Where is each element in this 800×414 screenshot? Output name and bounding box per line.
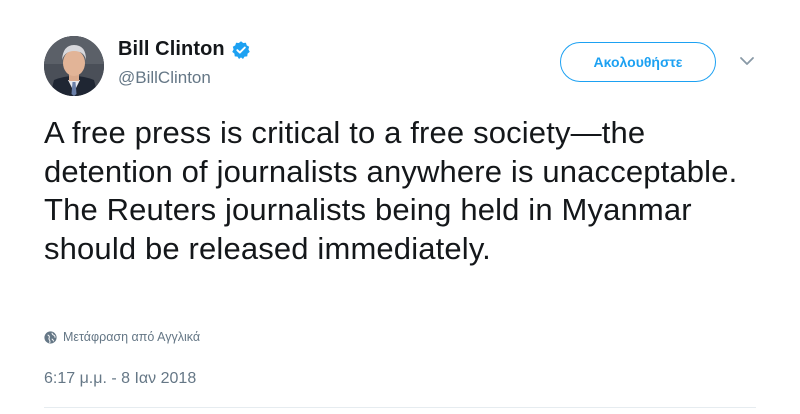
tweet-text: A free press is critical to a free socie… — [44, 115, 738, 266]
globe-icon — [44, 330, 57, 344]
chevron-down-icon[interactable] — [739, 54, 755, 66]
translate-label: Μετάφραση από Αγγλικά — [63, 330, 201, 344]
author-display-name[interactable]: Bill Clinton — [118, 38, 225, 61]
avatar[interactable] — [44, 36, 104, 96]
verified-badge-icon — [231, 40, 251, 60]
follow-button[interactable]: Ακολουθήστε — [560, 42, 716, 82]
tweet-timestamp[interactable]: 6:17 μ.μ. - 8 Ιαν 2018 — [44, 370, 196, 388]
author-name-row: Bill Clinton — [118, 38, 251, 61]
author-handle[interactable]: @BillClinton — [118, 68, 211, 88]
translate-link[interactable]: Μετάφραση από Αγγλικά — [44, 330, 200, 344]
avatar-image — [44, 36, 104, 96]
divider — [44, 407, 756, 408]
